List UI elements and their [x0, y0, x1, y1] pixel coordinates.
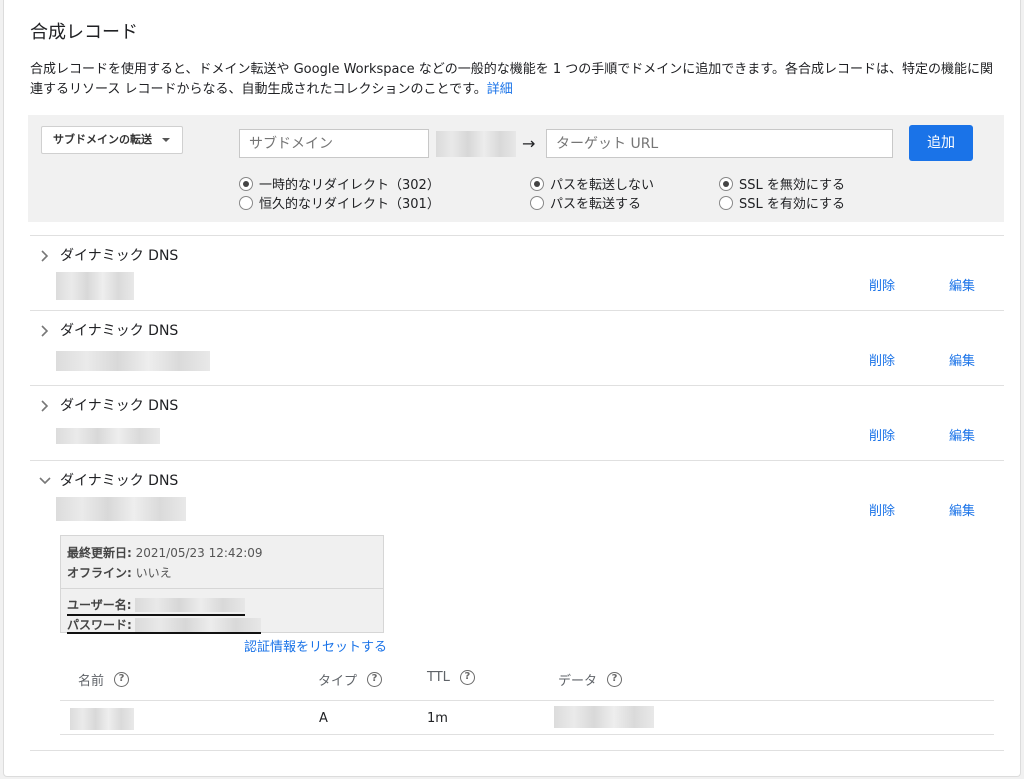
last-updated-value: 2021/05/23 12:42:09	[135, 546, 263, 560]
record-type-dropdown[interactable]: サブドメインの転送	[41, 126, 183, 154]
radio-ssl-enabled[interactable]: SSL を有効にする	[719, 193, 845, 212]
record-details-box: 最終更新日: 2021/05/23 12:42:09 オフライン: いいえ ユー…	[60, 535, 384, 634]
radio-checked-icon	[719, 176, 733, 191]
help-icon[interactable]: ?	[367, 672, 383, 687]
help-icon[interactable]: ?	[459, 670, 475, 685]
edit-link[interactable]: 編集	[949, 500, 975, 519]
column-label: タイプ	[318, 674, 358, 689]
redacted-hostname	[56, 428, 160, 444]
radio-ssl-disabled[interactable]: SSL を無効にする	[719, 174, 845, 193]
redacted-password	[135, 618, 261, 632]
column-label: データ	[558, 674, 598, 689]
chevron-right-icon[interactable]	[38, 324, 52, 338]
redacted-hostname	[56, 351, 210, 371]
column-header-ttl: TTL ?	[427, 670, 475, 685]
column-header-data: データ ?	[558, 670, 623, 689]
last-updated-row: 最終更新日: 2021/05/23 12:42:09	[67, 544, 263, 561]
record-item: ダイナミック DNS 削除 編集	[30, 235, 1004, 310]
radio-label: SSL を有効にする	[739, 197, 846, 212]
radio-checked-icon	[239, 176, 253, 191]
offline-value: いいえ	[135, 566, 172, 580]
chevron-down-icon	[162, 138, 170, 142]
radio-no-path-forward[interactable]: パスを転送しない	[530, 174, 654, 193]
chevron-down-icon[interactable]	[38, 474, 52, 488]
record-type-label: サブドメインの転送	[53, 133, 152, 146]
column-header-type: タイプ ?	[318, 670, 383, 689]
redacted-domain	[436, 131, 516, 157]
column-label: 名前	[78, 674, 105, 689]
username-row: ユーザー名:	[67, 596, 132, 613]
radio-unchecked-icon	[239, 195, 253, 210]
add-record-panel: サブドメインの転送 → 追加 一時的なリダイレクト（302） 恒久的なリダイレク…	[28, 115, 1004, 222]
redacted-hostname	[56, 272, 134, 300]
help-icon[interactable]: ?	[114, 672, 130, 687]
edit-link[interactable]: 編集	[949, 350, 975, 369]
radio-label: 一時的なリダイレクト（302）	[259, 178, 440, 193]
column-label: TTL	[427, 670, 450, 685]
record-item: ダイナミック DNS 削除 編集	[30, 385, 1004, 460]
password-row: パスワード:	[67, 616, 132, 633]
column-header-name: 名前 ?	[78, 670, 130, 689]
page-description: 合成レコードを使用すると、ドメイン転送や Google Workspace など…	[30, 60, 1002, 100]
synthetic-records-card: 合成レコード 合成レコードを使用すると、ドメイン転送や Google Works…	[3, 0, 1021, 777]
radio-unchecked-icon	[530, 195, 544, 210]
offline-row: オフライン: いいえ	[67, 564, 172, 581]
target-url-input[interactable]	[546, 129, 893, 158]
password-label: パスワード:	[67, 618, 132, 632]
subdomain-input[interactable]	[239, 129, 429, 158]
chevron-right-icon[interactable]	[38, 249, 52, 263]
radio-checked-icon	[530, 176, 544, 191]
page-title: 合成レコード	[30, 22, 138, 43]
details-link[interactable]: 詳細	[487, 82, 513, 97]
delete-link[interactable]: 削除	[869, 425, 895, 444]
edit-link[interactable]: 編集	[949, 275, 975, 294]
reset-credentials-link[interactable]: 認証情報をリセットする	[244, 636, 387, 655]
arrow-right-icon: →	[522, 134, 536, 153]
type-cell: A	[319, 711, 328, 726]
redacted-name	[70, 708, 134, 730]
radio-label: パスを転送する	[550, 197, 642, 212]
chevron-right-icon[interactable]	[38, 399, 52, 413]
divider	[61, 588, 383, 589]
radio-label: パスを転送しない	[550, 178, 655, 193]
delete-link[interactable]: 削除	[869, 350, 895, 369]
last-updated-label: 最終更新日:	[67, 546, 132, 560]
radio-label: SSL を無効にする	[739, 178, 846, 193]
radio-unchecked-icon	[719, 195, 733, 210]
username-label: ユーザー名:	[67, 598, 132, 612]
offline-label: オフライン:	[67, 566, 132, 580]
record-title[interactable]: ダイナミック DNS	[60, 245, 178, 265]
delete-link[interactable]: 削除	[869, 500, 895, 519]
record-title[interactable]: ダイナミック DNS	[60, 320, 178, 340]
radio-temporary-redirect[interactable]: 一時的なリダイレクト（302）	[239, 174, 440, 193]
add-button[interactable]: 追加	[909, 125, 973, 161]
radio-permanent-redirect[interactable]: 恒久的なリダイレクト（301）	[239, 193, 440, 212]
radio-label: 恒久的なリダイレクト（301）	[259, 197, 440, 212]
edit-link[interactable]: 編集	[949, 425, 975, 444]
record-item: ダイナミック DNS 削除 編集	[30, 310, 1004, 385]
delete-link[interactable]: 削除	[869, 275, 895, 294]
redacted-data	[554, 706, 654, 728]
radio-path-forward[interactable]: パスを転送する	[530, 193, 641, 212]
help-icon[interactable]: ?	[607, 672, 623, 687]
table-divider	[60, 700, 994, 701]
table-divider	[60, 734, 994, 735]
redacted-username	[135, 598, 245, 612]
record-title[interactable]: ダイナミック DNS	[60, 395, 178, 415]
password-underline	[67, 632, 261, 634]
ttl-cell: 1m	[427, 711, 448, 726]
redacted-hostname	[56, 497, 186, 521]
record-title[interactable]: ダイナミック DNS	[60, 470, 178, 490]
